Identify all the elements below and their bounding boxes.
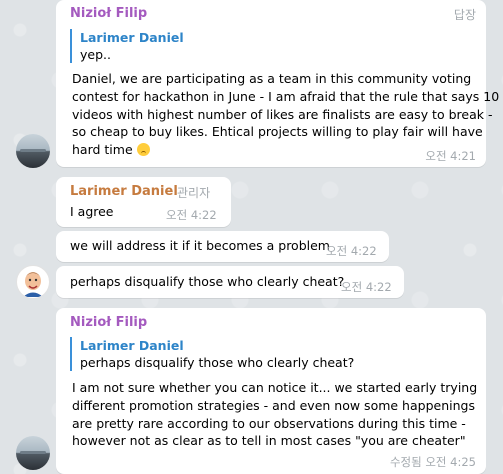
avatar[interactable] [16,436,50,470]
quote-text: yep.. [80,47,111,62]
message-text: I agree [70,204,114,219]
message-text: I am not sure whether you can notice it.… [72,379,477,450]
message-text: perhaps disqualify those who clearly che… [70,274,345,289]
message-time: 오전 4:22 [341,280,392,294]
text-line: I am not sure whether you can notice it.… [72,380,478,395]
text-line: however not as clear as to tell in most … [72,433,466,449]
message-bubble[interactable]: we will address it if it becomes a probl… [56,231,389,262]
message-bubble[interactable]: Nizioł Filip 답장 Larimer Daniel yep.. Dan… [56,0,499,167]
text-line: contest for hackathon in June - I am afr… [72,88,500,104]
reply-quote[interactable]: Larimer Daniel perhaps disqualify those … [70,337,354,371]
confused-face-icon [136,143,150,157]
sender-name[interactable]: Nizioł Filip [70,315,147,330]
message-bubble[interactable]: Larimer Daniel 관리자 I agree 오전 4:22 [56,177,231,227]
text-line: different promotion strategies - and eve… [72,397,475,413]
text-line: Daniel, we are participating as a team i… [72,71,472,86]
message-time: 오전 4:22 [166,208,217,222]
text-line: are pretty rare according to our observa… [72,415,466,431]
reply-tag[interactable]: 답장 [454,6,476,23]
message-time: 오전 4:21 [425,149,476,163]
sender-name[interactable]: Nizioł Filip [70,6,147,21]
reply-quote[interactable]: Larimer Daniel yep.. [70,29,184,63]
text-line: hard time [72,142,133,158]
text-line: videos with highest number of likes are … [72,106,493,122]
message-time: 수정됨 오전 4:25 [389,455,476,469]
message-time: 오전 4:22 [326,244,377,258]
quote-text: perhaps disqualify those who clearly che… [80,355,355,370]
admin-badge: 관리자 [177,186,211,200]
quote-author: Larimer Daniel [80,30,184,45]
message-bubble[interactable]: Nizioł Filip Larimer Daniel perhaps disq… [56,308,486,474]
message-bubble[interactable]: perhaps disqualify those who clearly che… [56,266,404,298]
message-text: Daniel, we are participating as a team i… [72,70,499,159]
message-text: we will address it if it becomes a probl… [70,238,330,253]
text-line: so cheap to buy likes. Ehtical projects … [72,124,483,140]
quote-author: Larimer Daniel [80,338,184,353]
avatar[interactable] [16,134,50,168]
avatar[interactable] [16,265,50,299]
sender-name[interactable]: Larimer Daniel [70,184,178,199]
